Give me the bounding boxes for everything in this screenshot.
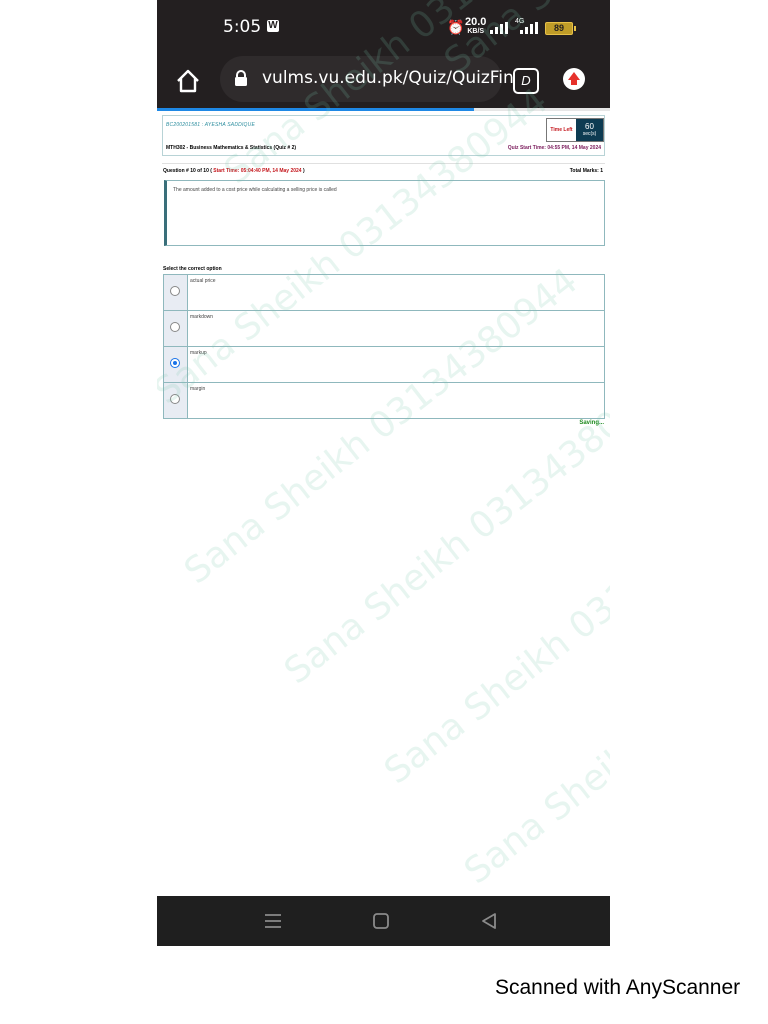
option-row[interactable]: markdown [164,311,604,347]
course-title: MTH302 - Business Mathematics & Statisti… [166,145,297,151]
saving-status: Saving... [579,420,604,426]
question-box: The amount added to a cost price while c… [164,180,605,246]
browser-toolbar: vulms.vu.edu.pk/Quiz/QuizFin D [157,56,610,108]
upload-menu-button[interactable] [563,68,585,90]
option-label: markdown [190,314,214,320]
app-notification-icon: W [267,20,279,32]
menu-icon [265,914,281,928]
quiz-page: BC200201581 : AYESHA SADDIQUE MTH302 - B… [157,111,610,896]
status-time: 5:05 [223,17,262,37]
question-text: The amount added to a cost price while c… [173,187,337,193]
home-icon [177,69,199,93]
option-radio-cell [164,275,188,310]
option-row[interactable]: actual price [164,275,604,311]
option-label: actual price [190,278,216,284]
option-label: margin [190,386,206,392]
url-text[interactable]: vulms.vu.edu.pk/Quiz/QuizFin [262,68,514,88]
timer-value: 60 [585,122,594,131]
timer-value-box: 60 sec(s) [576,119,603,141]
option-label: markup [190,350,207,356]
quiz-header: BC200201581 : AYESHA SADDIQUE MTH302 - B… [162,115,605,156]
option-radio-cell [164,347,188,382]
alarm-icon: ⏰ [447,19,465,35]
timer-label: Time Left [547,119,576,141]
tabs-button[interactable]: D [513,68,539,94]
question-start-time: Start Time: 05:04:40 PM, 14 May 2024 [213,168,302,174]
phone-screen: 5:05 W ⏰ 20.0 KB/S 4G 89 vulms.vu.edu.pk… [157,0,610,946]
question-number-text: Question # 10 of 10 ( [163,168,212,174]
select-option-label: Select the correct option [163,266,222,272]
network-speed: 20.0 KB/S [465,17,486,36]
divider [162,163,605,164]
scanner-footer: Scanned with AnyScanner [495,976,741,999]
question-close-paren: ) [302,168,305,174]
option-row[interactable]: markup [164,347,604,383]
question-number: Question # 10 of 10 ( Start Time: 05:04:… [163,168,305,174]
home-nav-button[interactable] [371,911,391,931]
battery-icon: 89 [545,22,576,35]
address-bar[interactable]: vulms.vu.edu.pk/Quiz/QuizFin [220,56,514,102]
square-icon [373,913,389,929]
option-row[interactable]: margin [164,383,604,418]
option-radio-cell [164,311,188,346]
option-radio-cell [164,383,188,418]
home-button[interactable] [175,68,201,94]
back-triangle-icon [482,913,496,929]
timer: Time Left 60 sec(s) [546,118,604,142]
back-button[interactable] [479,911,499,931]
option-radio[interactable] [170,394,180,404]
signal-icon [490,22,510,34]
option-radio[interactable] [170,286,180,296]
lock-icon [234,70,248,86]
quiz-start-time: Quiz Start Time: 04:55 PM, 14 May 2024 [507,145,601,151]
status-bar: 5:05 W ⏰ 20.0 KB/S 4G 89 [157,0,610,56]
student-id: BC200201581 : AYESHA SADDIQUE [166,122,255,128]
timer-unit: sec(s) [582,131,597,137]
option-radio[interactable] [170,358,180,368]
options-list: actual price markdown markup margin [163,274,605,419]
network-speed-unit: KB/S [467,28,485,35]
option-radio[interactable] [170,322,180,332]
signal-icon-2 [520,22,540,34]
total-marks: Total Marks: 1 [569,168,603,174]
android-nav-bar [157,896,610,946]
recents-button[interactable] [263,911,283,931]
